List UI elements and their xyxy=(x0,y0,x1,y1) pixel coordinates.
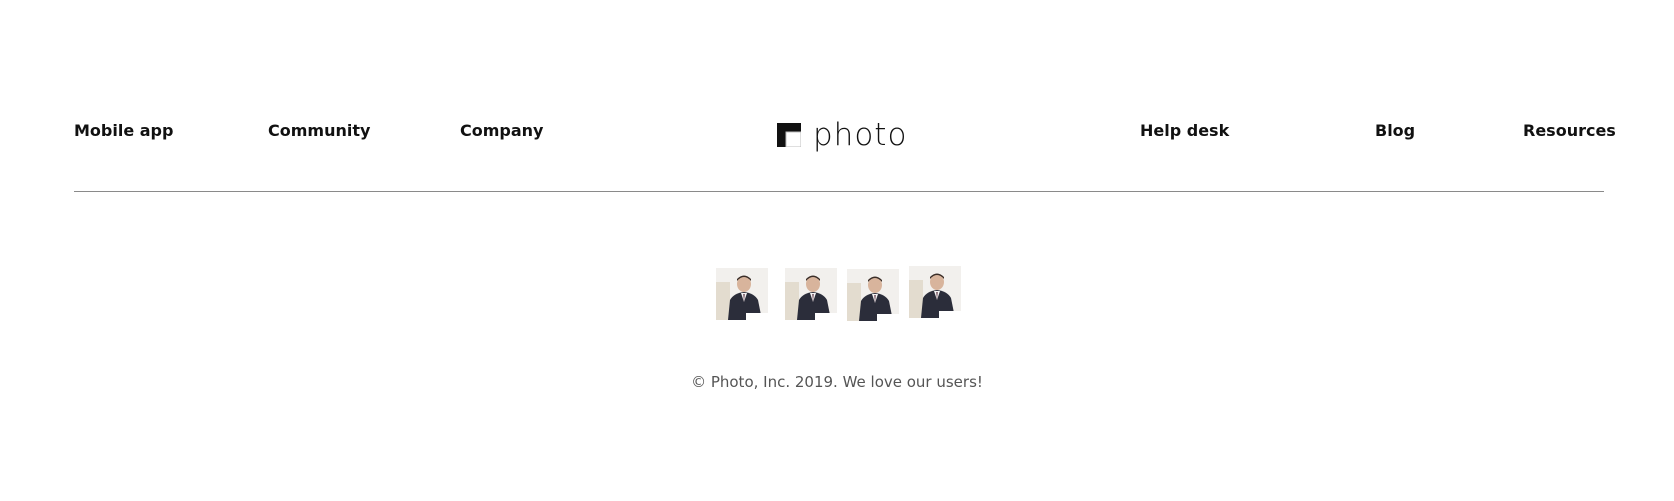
footer-link-community[interactable]: Community xyxy=(268,122,370,140)
user-photo-icon xyxy=(847,269,899,321)
footer-link-blog[interactable]: Blog xyxy=(1375,122,1415,140)
footer-divider xyxy=(74,191,1604,192)
footer-link-resources[interactable]: Resources xyxy=(1523,122,1616,140)
logo-wordmark: photo xyxy=(813,117,908,153)
copyright-text: © Photo, Inc. 2019. We love our users! xyxy=(691,373,983,391)
site-footer: Mobile app Community Company photo Help … xyxy=(0,0,1674,200)
footer-link-company[interactable]: Company xyxy=(460,122,543,140)
user-photo-icon xyxy=(909,266,961,318)
footer-link-help-desk[interactable]: Help desk xyxy=(1140,122,1229,140)
photo-logo-mark-icon xyxy=(777,123,801,147)
footer-logo[interactable]: photo xyxy=(777,118,907,152)
footer-link-mobile-app[interactable]: Mobile app xyxy=(74,122,173,140)
user-avatar[interactable] xyxy=(716,268,768,320)
user-photo-icon xyxy=(716,268,768,320)
user-photo-icon xyxy=(785,268,837,320)
user-avatar[interactable] xyxy=(847,269,899,321)
user-avatar[interactable] xyxy=(785,268,837,320)
user-avatar[interactable] xyxy=(909,266,961,318)
user-avatar-group xyxy=(716,264,966,324)
